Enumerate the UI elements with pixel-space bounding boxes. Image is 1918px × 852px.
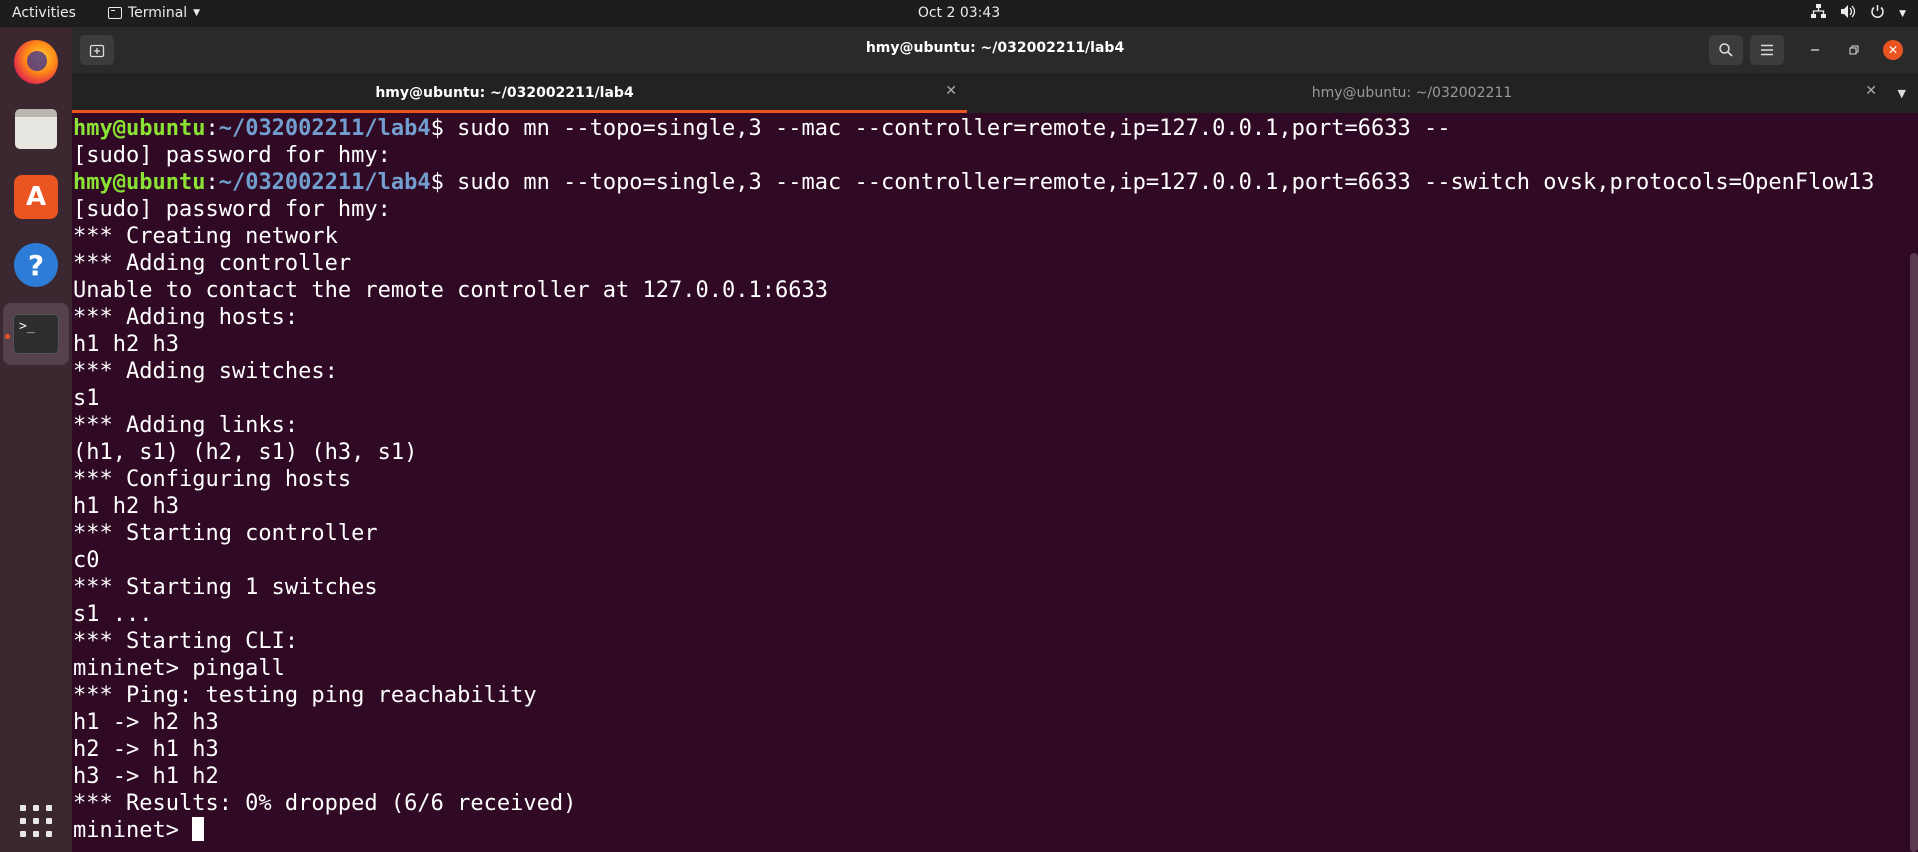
output-line: *** Adding links: bbox=[73, 413, 299, 438]
command-text: sudo mn --topo=single,3 --mac --controll… bbox=[457, 116, 1451, 141]
menu-button[interactable] bbox=[1750, 35, 1784, 65]
output-line: [sudo] password for hmy: bbox=[73, 197, 391, 222]
mininet-prompt: mininet> bbox=[73, 818, 193, 843]
network-icon[interactable] bbox=[1811, 4, 1827, 23]
dock: A ? >_ bbox=[0, 27, 72, 852]
output-line: mininet> pingall bbox=[73, 656, 285, 681]
close-icon[interactable]: ✕ bbox=[945, 83, 957, 99]
output-line: c0 bbox=[73, 548, 100, 573]
terminal-app-icon: >_ bbox=[13, 314, 59, 354]
system-tray[interactable]: ▼ bbox=[1811, 4, 1906, 23]
close-button[interactable]: ✕ bbox=[1883, 40, 1903, 60]
close-icon[interactable]: ✕ bbox=[1865, 83, 1877, 99]
prompt-separator: : bbox=[205, 170, 219, 195]
output-line: *** Configuring hosts bbox=[73, 467, 352, 492]
restore-icon bbox=[1849, 45, 1859, 55]
terminal-view[interactable]: hmy@ubuntu:~/032002211/lab4$ sudo mn --t… bbox=[72, 113, 1918, 852]
output-line: *** Adding controller bbox=[73, 251, 352, 276]
tab-lab4[interactable]: hmy@ubuntu: ~/032002211/lab4 ✕ bbox=[72, 73, 967, 113]
dock-firefox[interactable] bbox=[11, 37, 61, 87]
software-store-icon: A bbox=[14, 175, 58, 219]
header-bar: hmy@ubuntu: ~/032002211/lab4 ✕ bbox=[72, 27, 1918, 73]
active-prompt-line[interactable]: mininet> bbox=[73, 817, 1874, 844]
output-line: s1 ... bbox=[73, 602, 153, 627]
command-line: hmy@ubuntu:~/032002211/lab4$ sudo mn --t… bbox=[73, 115, 1874, 142]
volume-icon[interactable] bbox=[1840, 4, 1856, 23]
search-icon bbox=[1719, 43, 1733, 57]
output-line: *** Starting controller bbox=[73, 521, 378, 546]
command-line: hmy@ubuntu:~/032002211/lab4$ sudo mn --t… bbox=[73, 169, 1874, 196]
activities-button[interactable]: Activities bbox=[12, 5, 76, 21]
output-line: h2 -> h1 h3 bbox=[73, 737, 219, 762]
output-line: [sudo] password for hmy: bbox=[73, 143, 391, 168]
restore-button[interactable] bbox=[1844, 40, 1864, 60]
help-icon: ? bbox=[14, 243, 58, 287]
tab-list-chevron-icon[interactable]: ▼ bbox=[1898, 87, 1906, 100]
output-line: h1 h2 h3 bbox=[73, 332, 179, 357]
chevron-down-icon[interactable]: ▼ bbox=[1899, 9, 1906, 19]
tab-label: hmy@ubuntu: ~/032002211 bbox=[1311, 85, 1513, 101]
text-cursor bbox=[192, 817, 205, 841]
output-line: *** Ping: testing ping reachability bbox=[73, 683, 537, 708]
output-line: (h1, s1) (h2, s1) (h3, s1) bbox=[73, 440, 418, 465]
output-line: s1 bbox=[73, 386, 100, 411]
output-line: h1 h2 h3 bbox=[73, 494, 179, 519]
output-line: h3 -> h1 h2 bbox=[73, 764, 219, 789]
terminal-icon bbox=[108, 7, 122, 19]
tab-bar: hmy@ubuntu: ~/032002211/lab4 ✕ hmy@ubunt… bbox=[72, 73, 1918, 113]
window-title: hmy@ubuntu: ~/032002211/lab4 bbox=[865, 40, 1125, 56]
dock-help[interactable]: ? bbox=[11, 240, 61, 290]
output-line: *** Adding switches: bbox=[73, 359, 338, 384]
search-button[interactable] bbox=[1709, 35, 1743, 65]
scrollbar[interactable] bbox=[1910, 253, 1918, 852]
dock-software[interactable]: A bbox=[11, 172, 61, 222]
minimize-icon bbox=[1811, 49, 1819, 51]
new-tab-icon bbox=[89, 44, 105, 58]
hamburger-icon bbox=[1761, 44, 1773, 56]
terminal-output: hmy@ubuntu:~/032002211/lab4$ sudo mn --t… bbox=[73, 115, 1874, 844]
app-menu[interactable]: Terminal ▼ bbox=[108, 5, 200, 21]
firefox-icon bbox=[14, 40, 58, 84]
prompt-user: hmy@ubuntu bbox=[73, 170, 206, 195]
tab-032002211[interactable]: hmy@ubuntu: ~/032002211 ✕ bbox=[967, 73, 1887, 113]
dock-terminal[interactable]: >_ bbox=[11, 309, 61, 359]
dock-files[interactable] bbox=[11, 104, 61, 154]
new-tab-button[interactable] bbox=[80, 35, 114, 65]
app-menu-label: Terminal bbox=[128, 5, 188, 21]
prompt-separator: : bbox=[205, 116, 219, 141]
prompt-dollar: $ bbox=[430, 116, 458, 141]
command-text: sudo mn --topo=single,3 --mac --controll… bbox=[457, 170, 1875, 195]
top-bar: Activities Terminal ▼ Oct 2 03:43 ▼ bbox=[0, 0, 1918, 27]
minimize-button[interactable] bbox=[1805, 40, 1825, 60]
output-line: h1 -> h2 h3 bbox=[73, 710, 219, 735]
running-indicator bbox=[5, 334, 10, 339]
prompt-path: ~/032002211/lab4 bbox=[218, 116, 431, 141]
output-line: *** Starting CLI: bbox=[73, 629, 299, 654]
prompt-dollar: $ bbox=[430, 170, 458, 195]
caret-down-icon: ▼ bbox=[193, 8, 201, 18]
show-applications-icon[interactable] bbox=[20, 805, 52, 837]
power-icon[interactable] bbox=[1870, 4, 1885, 23]
clock[interactable]: Oct 2 03:43 bbox=[0, 5, 1918, 21]
output-line: *** Starting 1 switches bbox=[73, 575, 378, 600]
close-icon: ✕ bbox=[1887, 43, 1899, 57]
output-line: *** Results: 0% dropped (6/6 received) bbox=[73, 791, 577, 816]
prompt-path: ~/032002211/lab4 bbox=[218, 170, 431, 195]
output-line: Unable to contact the remote controller … bbox=[73, 278, 828, 303]
files-icon bbox=[15, 109, 57, 149]
output-line: *** Adding hosts: bbox=[73, 305, 299, 330]
output-line: *** Creating network bbox=[73, 224, 338, 249]
prompt-user: hmy@ubuntu bbox=[73, 116, 206, 141]
tab-label: hmy@ubuntu: ~/032002211/lab4 bbox=[375, 85, 634, 101]
